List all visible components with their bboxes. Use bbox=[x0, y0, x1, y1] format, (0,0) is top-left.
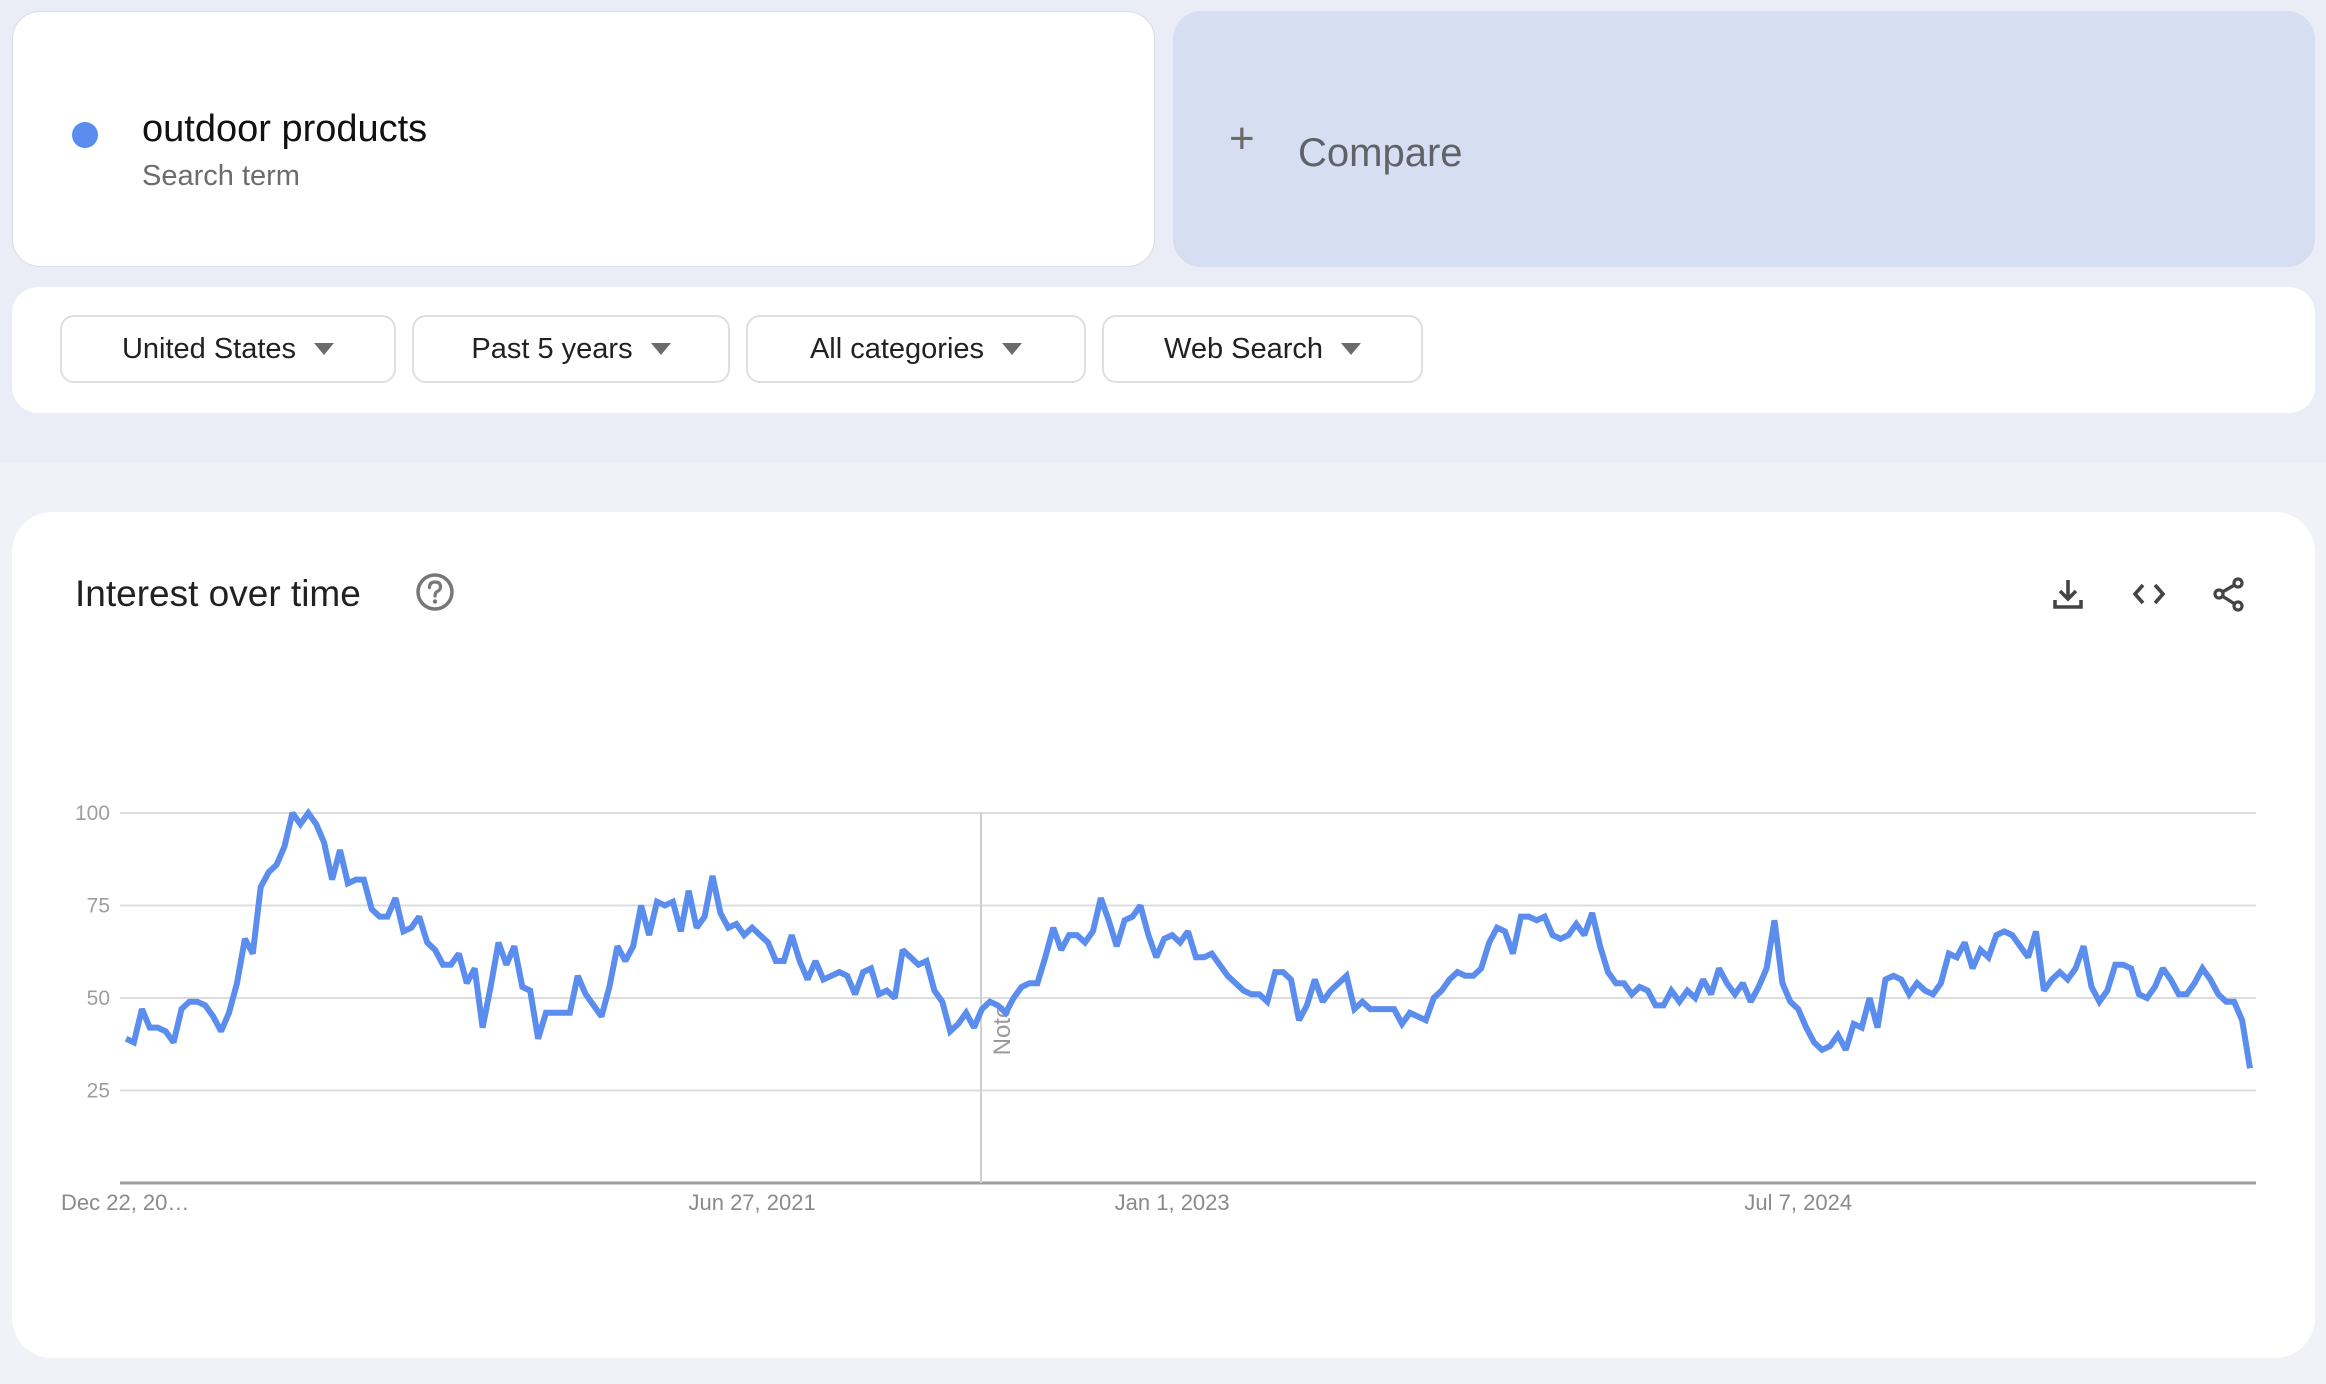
y-tick-label: 75 bbox=[87, 895, 110, 918]
y-tick-label: 100 bbox=[75, 802, 110, 825]
x-tick-label: Jul 7, 2024 bbox=[1744, 1190, 1852, 1215]
interest-line-chart[interactable]: 25 50 75 100 Dec 22, 20… Jun 27, 2021 Jan 1, … bbox=[0, 0, 2326, 1384]
x-tick-label: Dec 22, 20… bbox=[61, 1190, 189, 1215]
x-tick-label: Jun 27, 2021 bbox=[688, 1190, 815, 1215]
series-line-0[interactable] bbox=[124, 807, 2253, 1069]
x-tick-label: Jan 1, 2023 bbox=[1115, 1190, 1230, 1215]
y-tick-label: 50 bbox=[87, 987, 110, 1010]
y-tick-label: 25 bbox=[87, 1080, 110, 1103]
